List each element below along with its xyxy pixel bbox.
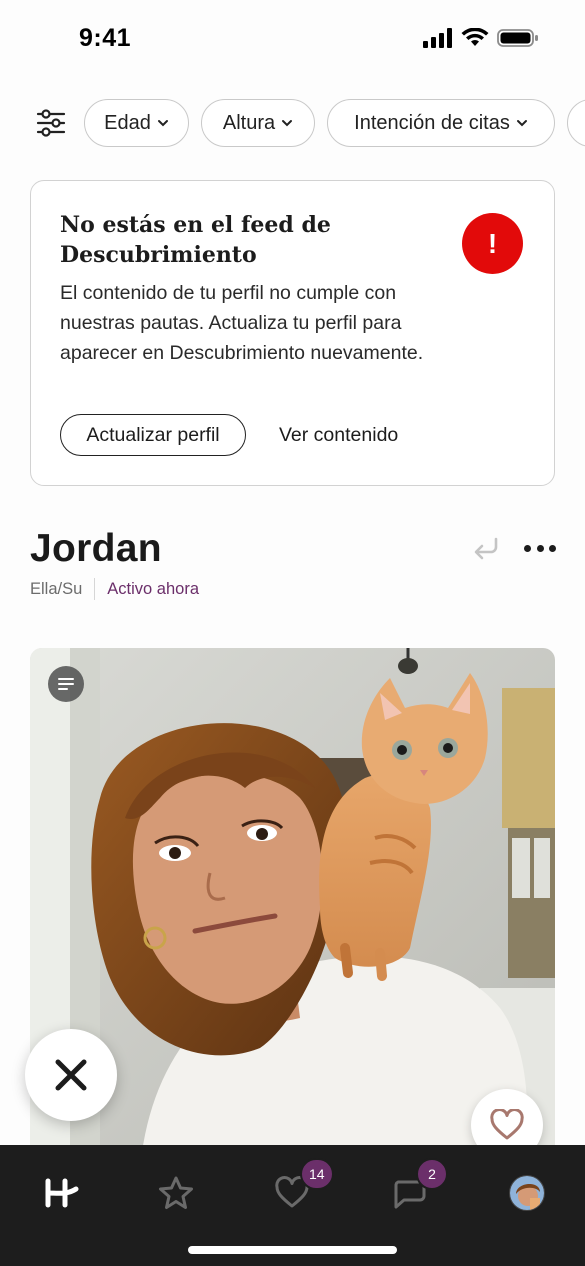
filter-chip-label: Edad xyxy=(104,111,151,134)
filter-chip-more[interactable] xyxy=(567,99,585,147)
likes-count-badge: 14 xyxy=(300,1158,334,1190)
avatar xyxy=(509,1175,545,1211)
nav-standouts[interactable] xyxy=(151,1171,201,1215)
status-bar: 9:41 xyxy=(0,0,585,80)
close-icon xyxy=(55,1059,87,1091)
filter-chip-label: Intención de citas xyxy=(354,111,510,134)
prompt-text-icon[interactable] xyxy=(48,666,84,702)
profile-meta: Ella/Su Activo ahora xyxy=(30,578,199,600)
alert-icon: ! xyxy=(462,213,523,274)
nav-profile[interactable] xyxy=(502,1171,552,1215)
chevron-down-icon xyxy=(157,120,168,127)
filter-chip-altura[interactable]: Altura xyxy=(201,99,315,147)
cellular-signal-icon xyxy=(423,28,452,48)
chevron-down-icon xyxy=(516,120,527,127)
nav-home[interactable] xyxy=(36,1171,86,1215)
hinge-logo-icon xyxy=(45,1178,79,1208)
heart-icon xyxy=(490,1109,524,1140)
filter-chip-intencion[interactable]: Intención de citas xyxy=(327,99,555,147)
profile-pronouns: Ella/Su xyxy=(30,579,83,598)
alert-body: El contenido de tu perfil no cumple con … xyxy=(60,282,424,364)
status-icons xyxy=(423,28,539,48)
view-content-link[interactable]: Ver contenido xyxy=(279,414,398,456)
battery-icon xyxy=(497,29,538,47)
meta-divider xyxy=(94,578,96,600)
filter-sliders-icon[interactable] xyxy=(36,108,66,138)
alert-title: No estás en el feed de Descubrimiento xyxy=(60,212,331,268)
chevron-down-icon xyxy=(282,120,293,127)
filter-chip-edad[interactable]: Edad xyxy=(84,99,189,147)
profile-name: Jordan xyxy=(30,527,162,570)
wifi-icon xyxy=(461,28,489,46)
more-options-icon[interactable] xyxy=(524,536,556,560)
status-time: 9:41 xyxy=(79,24,132,52)
star-icon xyxy=(159,1176,193,1209)
discovery-alert-card: No estás en el feed de Descubrimiento ! … xyxy=(30,180,555,486)
filter-chip-label: Altura xyxy=(222,111,276,134)
home-indicator xyxy=(188,1246,397,1254)
activity-status: Activo ahora xyxy=(107,579,199,598)
rewind-icon[interactable] xyxy=(472,535,500,561)
update-profile-button[interactable]: Actualizar perfil xyxy=(60,414,246,456)
messages-count-badge: 2 xyxy=(416,1158,448,1190)
filter-row: Edad Altura Intención de citas xyxy=(0,99,585,149)
skip-button[interactable] xyxy=(25,1029,117,1121)
